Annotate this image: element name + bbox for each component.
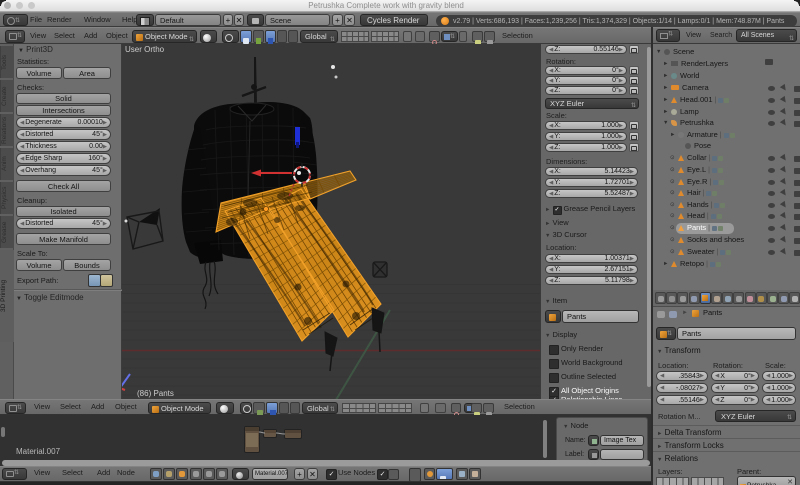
svg-text:User Ortho: User Ortho: [125, 45, 165, 54]
svg-text:(86) Pants: (86) Pants: [137, 389, 174, 398]
